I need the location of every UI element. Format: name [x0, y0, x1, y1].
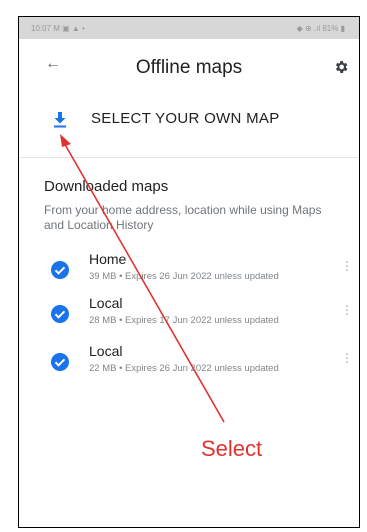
- more-options-icon[interactable]: ⋮: [341, 303, 353, 317]
- map-item-local-2[interactable]: Local 22 MB • Expires 26 Jun 2022 unless…: [19, 343, 359, 381]
- map-name: Local: [89, 295, 123, 311]
- map-name: Local: [89, 343, 123, 359]
- check-circle-icon: [51, 353, 69, 371]
- more-options-icon[interactable]: ⋮: [341, 259, 353, 273]
- more-options-icon[interactable]: ⋮: [341, 351, 353, 365]
- status-bar: 10:07 M ▣ ▲ • ◆ ⊕ .ıl 81% ▮: [19, 17, 359, 39]
- select-your-own-map-label: SELECT YOUR OWN MAP: [91, 110, 280, 127]
- app-bar: ← Offline maps: [19, 53, 359, 89]
- gear-icon[interactable]: [333, 59, 349, 75]
- status-right: ◆ ⊕ .ıl 81% ▮: [296, 23, 345, 33]
- map-meta: 22 MB • Expires 26 Jun 2022 unless updat…: [89, 363, 279, 374]
- phone-screen: 10:07 M ▣ ▲ • ◆ ⊕ .ıl 81% ▮ ← Offline ma…: [18, 16, 360, 528]
- map-item-home[interactable]: Home 39 MB • Expires 26 Jun 2022 unless …: [19, 251, 359, 289]
- map-name: Home: [89, 251, 127, 267]
- map-meta: 28 MB • Expires 17 Jun 2022 unless updat…: [89, 315, 279, 326]
- downloaded-maps-heading: Downloaded maps: [44, 178, 169, 195]
- divider: [19, 157, 359, 158]
- map-meta: 39 MB • Expires 26 Jun 2022 unless updat…: [89, 271, 279, 282]
- select-your-own-map-button[interactable]: SELECT YOUR OWN MAP: [19, 109, 359, 139]
- map-item-local-1[interactable]: Local 28 MB • Expires 17 Jun 2022 unless…: [19, 295, 359, 333]
- status-left: 10:07 M ▣ ▲ •: [31, 23, 85, 33]
- download-icon: [54, 112, 66, 128]
- page-title: Offline maps: [135, 57, 243, 78]
- check-circle-icon: [51, 261, 69, 279]
- downloaded-maps-description: From your home address, location while u…: [44, 203, 322, 232]
- check-circle-icon: [51, 305, 69, 323]
- annotation-label: Select: [201, 436, 263, 461]
